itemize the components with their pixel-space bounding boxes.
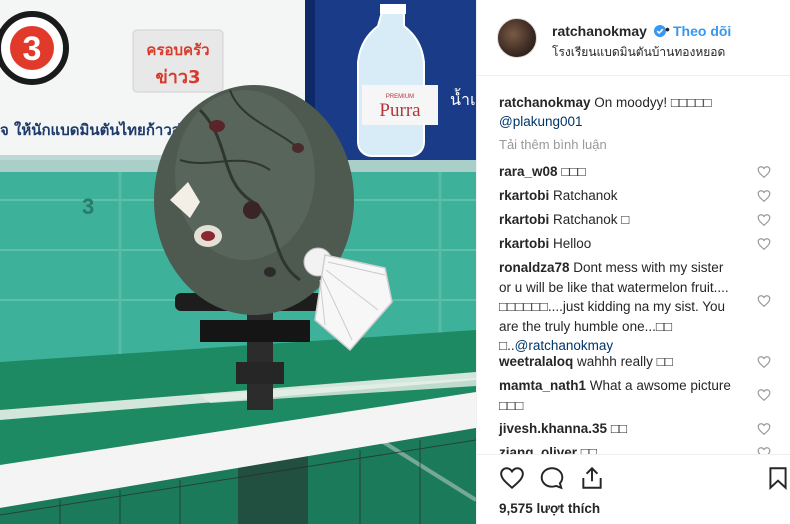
comment-username[interactable]: ronaldza78 bbox=[499, 260, 570, 275]
load-more-comments-button[interactable]: Tải thêm bình luận bbox=[499, 137, 607, 152]
post-actions: 9,575 lượt thích bbox=[477, 454, 790, 524]
header-separator: • bbox=[665, 21, 670, 37]
comment-text: □□ bbox=[607, 421, 628, 436]
channel-number: 3 bbox=[23, 30, 42, 68]
comment: weetralaloq wahhh really □□ bbox=[499, 352, 763, 372]
post-header: ratchanokmay • Theo dõi โรงเรียนแบดมินตั… bbox=[477, 0, 790, 76]
comment: rkartobi Ratchanok □ bbox=[499, 210, 763, 230]
comment-username[interactable]: mamta_nath1 bbox=[499, 378, 586, 393]
comment: rkartobi Ratchanok bbox=[499, 186, 763, 206]
comment-text: □□ bbox=[577, 445, 598, 454]
comment-icon[interactable] bbox=[539, 465, 565, 491]
comment: mamta_nath1 What a awsome picture □□□ bbox=[499, 376, 749, 415]
comment-like-icon[interactable] bbox=[757, 422, 771, 436]
court-number: 3 bbox=[82, 194, 94, 219]
comment-username[interactable]: ziang_oliver bbox=[499, 445, 577, 454]
comment-like-icon[interactable] bbox=[757, 165, 771, 179]
comment: rkartobi Helloo bbox=[499, 234, 763, 254]
comment-username[interactable]: rkartobi bbox=[499, 236, 549, 251]
comment-username[interactable]: rkartobi bbox=[499, 188, 549, 203]
avatar[interactable] bbox=[497, 18, 537, 58]
comment-like-icon[interactable] bbox=[757, 237, 771, 251]
comment-text: Helloo bbox=[549, 236, 592, 251]
comment-username[interactable]: jivesh.khanna.35 bbox=[499, 421, 607, 436]
post-photo[interactable]: 3 ครอบครัว ข่าว3 จ ให้นักแบดมินตันไทยก้า… bbox=[0, 0, 476, 524]
header-username[interactable]: ratchanokmay bbox=[552, 23, 647, 39]
comment-like-icon[interactable] bbox=[757, 294, 771, 308]
comment-like-icon[interactable] bbox=[757, 213, 771, 227]
photo-scene: 3 ครอบครัว ข่าว3 จ ให้นักแบดมินตันไทยก้า… bbox=[0, 0, 476, 524]
comment: jivesh.khanna.35 □□ bbox=[499, 419, 763, 439]
bottle-partial: น้ำแ bbox=[450, 88, 476, 109]
comment-text: □□□ bbox=[557, 164, 586, 179]
comment-username[interactable]: rara_w08 bbox=[499, 164, 558, 179]
comment: ronaldza78 Dont mess with my sister or u… bbox=[499, 258, 739, 356]
comment: rara_w08 □□□ bbox=[499, 162, 763, 182]
comment: ziang_oliver □□ bbox=[499, 443, 763, 454]
comment-username[interactable]: weetralaloq bbox=[499, 354, 573, 369]
comment-username[interactable]: rkartobi bbox=[499, 212, 549, 227]
caption-text: On moodyy! bbox=[590, 95, 671, 110]
news-line-2: ข่าว3 bbox=[155, 67, 200, 88]
comment-like-icon[interactable] bbox=[757, 189, 771, 203]
bookmark-icon[interactable] bbox=[765, 465, 790, 491]
comment-like-icon[interactable] bbox=[757, 388, 771, 402]
post-sidebar: ratchanokmay • Theo dõi โรงเรียนแบดมินตั… bbox=[476, 0, 790, 524]
caption-mention[interactable]: @plakung001 bbox=[499, 114, 583, 129]
comment-like-icon[interactable] bbox=[757, 355, 771, 369]
comment-text: Ratchanok bbox=[549, 188, 618, 203]
caption-emoji: □□□□□ bbox=[670, 95, 712, 110]
comment-like-icon[interactable] bbox=[757, 446, 771, 454]
share-icon[interactable] bbox=[579, 465, 605, 491]
heart-outline-icon[interactable] bbox=[499, 465, 525, 491]
banner-text: จ ให้นักแบดมินตันไทยก้าวสู่ bbox=[0, 120, 182, 140]
comment-list[interactable]: ratchanokmay On moodyy! □□□□□ @plakung00… bbox=[477, 76, 790, 454]
post-caption: ratchanokmay On moodyy! □□□□□ @plakung00… bbox=[499, 93, 769, 131]
comment-mention[interactable]: @ratchanokmay bbox=[515, 338, 614, 353]
follow-button[interactable]: Theo dõi bbox=[673, 23, 731, 39]
news-line-1: ครอบครัว bbox=[146, 41, 209, 59]
bottle-brand: Purra bbox=[379, 100, 421, 121]
likes-count[interactable]: 9,575 lượt thích bbox=[499, 501, 600, 516]
comment-text: Ratchanok □ bbox=[549, 212, 630, 227]
caption-username[interactable]: ratchanokmay bbox=[499, 95, 591, 110]
location-link[interactable]: โรงเรียนแบดมินตันบ้านทองหยอด bbox=[552, 43, 725, 62]
comment-text: wahhh really □□ bbox=[573, 354, 673, 369]
